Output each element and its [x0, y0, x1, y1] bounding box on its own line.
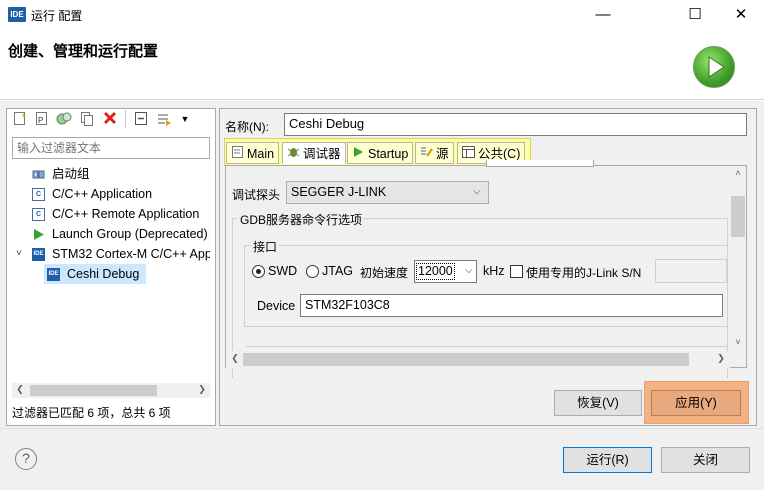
gdb-options-title: GDB服务器命令行选项 — [238, 211, 365, 228]
collapse-all-icon[interactable] — [133, 111, 149, 127]
tree-item-launch-group-deprecated[interactable]: Launch Group (Deprecated) — [12, 224, 210, 244]
partial-field — [486, 160, 594, 167]
probe-select[interactable]: SEGGER J-LINK — [286, 181, 489, 204]
minimize-button[interactable]: — — [580, 0, 626, 30]
scroll-up-icon[interactable]: ˄ — [730, 168, 746, 178]
minimize-icon: — — [595, 6, 611, 23]
common-tab-icon — [461, 144, 475, 166]
scroll-down-icon[interactable]: ˅ — [730, 337, 746, 347]
swd-radio[interactable] — [252, 265, 265, 278]
horizontal-scroll-thumb[interactable] — [243, 353, 689, 366]
jtag-radio[interactable] — [306, 265, 319, 278]
ide-icon: IDE — [32, 248, 45, 261]
radio-selected-dot — [256, 269, 261, 274]
header-title: 创建、管理和运行配置 — [8, 43, 159, 60]
device-label: Device — [257, 299, 296, 313]
source-tab-icon — [419, 144, 433, 166]
run-icon — [693, 46, 735, 88]
scroll-left-icon[interactable]: ❮ — [227, 353, 243, 364]
tab-main[interactable]: Main — [226, 142, 280, 166]
interface-title: 接口 — [251, 238, 280, 255]
filter-status: 过滤器已匹配 6 项，总共 6 项 — [12, 406, 171, 420]
play-icon — [32, 228, 45, 241]
main-tab-icon — [230, 144, 244, 166]
debugger-tab-icon — [286, 144, 300, 166]
dropdown-icon[interactable]: ▼ — [177, 111, 193, 127]
close-dialog-button[interactable]: 关闭 — [661, 447, 750, 473]
close-icon: ✕ — [734, 6, 748, 23]
launch-group-icon — [32, 168, 45, 181]
svg-text:✶: ✶ — [21, 112, 27, 120]
tree-scroll-thumb[interactable] — [30, 385, 157, 396]
window-title: 运行 配置 — [31, 9, 83, 23]
tree-item-launch-group[interactable]: 启动组 — [12, 164, 210, 184]
scroll-left-icon[interactable]: ❮ — [12, 384, 28, 395]
speed-value: 12000 — [416, 263, 455, 280]
apply-button[interactable]: 应用(Y) — [651, 390, 741, 416]
new-config-icon[interactable]: ✶ — [12, 111, 28, 127]
name-label: 名称(N): — [225, 120, 269, 134]
revert-button[interactable]: 恢复(V) — [554, 390, 642, 416]
delete-icon[interactable] — [102, 111, 118, 127]
tree-item-c-app[interactable]: C C/C++ Application — [12, 184, 210, 204]
vertical-scroll-thumb[interactable] — [731, 196, 745, 237]
speed-unit: kHz — [483, 264, 505, 278]
chevron-down-icon: ⌵ — [473, 186, 481, 197]
scroll-right-icon[interactable]: ❯ — [713, 353, 729, 364]
swd-label: SWD — [268, 264, 298, 278]
startup-tab-icon — [351, 144, 365, 166]
ide-icon: IDE — [47, 268, 60, 281]
maximize-button[interactable]: ☐ — [672, 0, 718, 30]
tree-item-ceshi-debug[interactable]: IDE Ceshi Debug — [44, 264, 146, 284]
sn-input[interactable] — [655, 259, 727, 283]
run-button[interactable]: 运行(R) — [563, 447, 652, 473]
tab-startup[interactable]: Startup — [347, 142, 414, 166]
chevron-down-icon: ⌵ — [465, 265, 473, 276]
new-prototype-icon[interactable]: P — [34, 111, 50, 127]
footer-separator — [0, 428, 764, 429]
jtag-label: JTAG — [322, 264, 354, 278]
probe-label: 调试探头 — [232, 188, 281, 202]
duplicate-icon[interactable] — [79, 111, 95, 127]
filter-icon[interactable] — [156, 111, 172, 127]
tree-item-c-remote[interactable]: C C/C++ Remote Application — [12, 204, 210, 224]
toolbar-separator — [125, 110, 126, 128]
next-group-border — [246, 346, 728, 347]
tree-item-stm32[interactable]: ˅ IDE STM32 Cortex-M C/C++ Application — [12, 244, 210, 264]
tab-debugger[interactable]: 调试器 — [282, 142, 346, 164]
expander-icon[interactable]: ˅ — [16, 244, 22, 264]
filter-input[interactable] — [12, 137, 210, 159]
name-input[interactable]: Ceshi Debug — [284, 113, 747, 136]
sn-checkbox[interactable] — [510, 265, 523, 278]
svg-text:P: P — [38, 116, 43, 125]
device-input[interactable]: STM32F103C8 — [300, 294, 723, 317]
c-app-icon: C — [32, 188, 45, 201]
title-bar — [0, 0, 764, 30]
scroll-right-icon[interactable]: ❯ — [194, 384, 210, 395]
config-tree: 启动组 C C/C++ Application C C/C++ Remote A… — [12, 164, 210, 384]
content-vertical-scrollbar[interactable] — [730, 166, 746, 351]
sn-checkbox-label: 使用专用的J-Link S/N — [526, 266, 642, 280]
help-icon[interactable]: ? — [15, 448, 37, 470]
app-icon: IDE — [8, 7, 26, 22]
close-button[interactable]: ✕ — [718, 0, 764, 30]
speed-label: 初始速度 — [360, 266, 409, 280]
tab-source[interactable]: 源 — [415, 142, 454, 164]
c-remote-icon: C — [32, 208, 45, 221]
export-icon[interactable] — [56, 111, 72, 127]
maximize-icon: ☐ — [688, 6, 702, 23]
